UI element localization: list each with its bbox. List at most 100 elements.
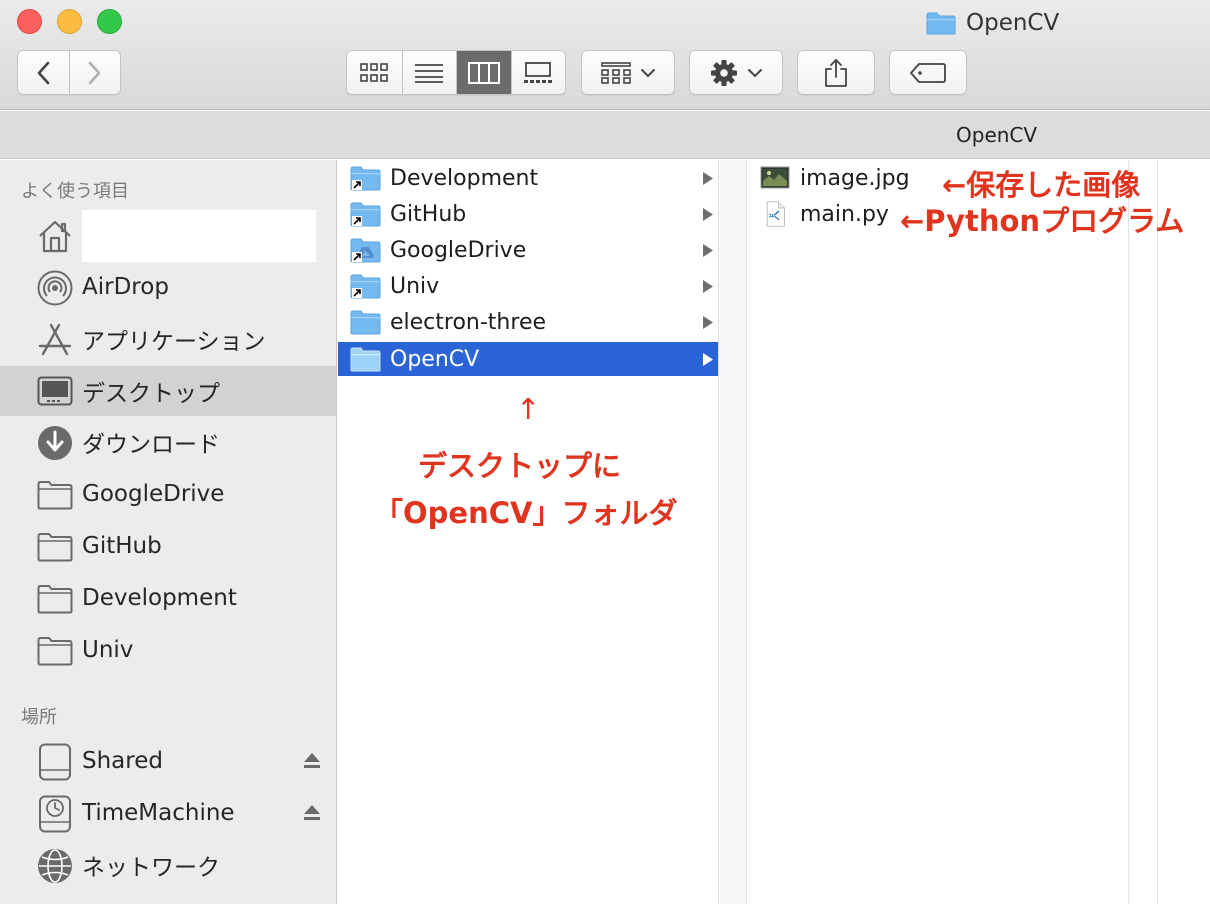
column-desktop: Development GitHub GoogleDrive Univ elec… — [338, 160, 719, 904]
disclosure-arrow-icon — [703, 353, 713, 366]
sidebar-item-airdrop[interactable]: AirDrop — [0, 263, 336, 311]
home-icon — [36, 218, 74, 254]
list-item-label: electron-three — [390, 309, 547, 335]
timemachine-icon — [36, 795, 74, 833]
eject-icon[interactable] — [302, 751, 322, 771]
sidebar-item-timemachine[interactable]: TimeMachine — [0, 789, 336, 837]
icon-view-button[interactable] — [347, 51, 402, 94]
sidebar-item-label: Univ — [82, 637, 134, 663]
disclosure-arrow-icon — [703, 208, 713, 221]
downloads-icon — [36, 425, 74, 461]
list-item-label: Univ — [390, 273, 440, 299]
sidebar-item-label: デスクトップ — [82, 381, 220, 407]
sidebar-item-label: GoogleDrive — [82, 481, 225, 507]
path-bar-label: OpenCV — [956, 123, 1038, 147]
file-item-label: image.jpg — [800, 165, 910, 191]
folder-alias-icon — [350, 166, 381, 191]
desktop-icon — [36, 373, 74, 409]
disclosure-arrow-icon — [703, 244, 713, 257]
sidebar-item-univ[interactable]: Univ — [0, 626, 336, 674]
view-mode-group — [346, 50, 566, 95]
list-item-development[interactable]: Development — [338, 161, 718, 195]
sidebar-item-googledrive[interactable]: GoogleDrive — [0, 470, 336, 518]
close-button[interactable] — [17, 9, 42, 34]
window-title-text: OpenCV — [966, 10, 1060, 36]
sidebar-item-label: アプリケーション — [82, 329, 266, 355]
toolbar: OpenCV — [0, 0, 1210, 110]
sidebar-item-applications[interactable]: アプリケーション — [0, 315, 336, 363]
folder-icon — [350, 347, 381, 372]
minimize-button[interactable] — [57, 9, 82, 34]
tags-button[interactable] — [889, 50, 967, 95]
list-item-opencv[interactable]: OpenCV — [338, 342, 718, 376]
gallery-icon — [524, 61, 553, 83]
column-view-button[interactable] — [456, 51, 511, 94]
sidebar-item-label: Shared — [82, 748, 163, 774]
column-resize-gutter[interactable] — [720, 160, 747, 904]
list-item-univ[interactable]: Univ — [338, 269, 718, 303]
column-divider — [1128, 160, 1129, 904]
zoom-button[interactable] — [97, 9, 122, 34]
sidebar-item-label: ダウンロード — [82, 432, 220, 458]
airdrop-icon — [36, 270, 74, 306]
eject-icon[interactable] — [302, 803, 322, 823]
folder-icon — [36, 529, 74, 565]
sidebar-item-shared[interactable]: Shared — [0, 737, 336, 785]
share-button[interactable] — [797, 50, 875, 95]
sidebar-favorites-header: よく使う項目 — [21, 181, 129, 202]
sidebar-item-downloads[interactable]: ダウンロード — [0, 418, 336, 466]
sidebar: よく使う項目 AirDrop アプリケーション デスクトップ ダウンロード Go… — [0, 160, 337, 904]
arrange-icon — [601, 61, 631, 84]
list-item-label: GoogleDrive — [390, 237, 527, 263]
sidebar-item-network[interactable]: ネットワーク — [0, 841, 336, 889]
sidebar-item-label: GitHub — [82, 533, 162, 559]
path-bar: OpenCV — [0, 111, 1210, 159]
disclosure-arrow-icon — [703, 280, 713, 293]
applications-icon — [36, 322, 74, 358]
folder-icon — [926, 12, 956, 34]
back-button[interactable] — [18, 51, 69, 94]
chevron-left-icon — [38, 61, 50, 84]
sidebar-item-development[interactable]: Development — [0, 574, 336, 622]
sidebar-item-desktop[interactable]: デスクトップ — [0, 366, 336, 416]
network-icon — [36, 848, 74, 884]
arrange-menu-button[interactable] — [581, 50, 675, 95]
column-divider — [1157, 160, 1158, 904]
list-item-github[interactable]: GitHub — [338, 197, 718, 231]
gear-icon — [711, 59, 737, 86]
sidebar-item-label: ネットワーク — [82, 855, 220, 881]
sidebar-item-label: TimeMachine — [82, 800, 235, 826]
sidebar-locations-header: 場所 — [21, 707, 57, 728]
list-item-label: OpenCV — [390, 346, 480, 372]
columns-icon — [467, 61, 500, 84]
list-item-electron-three[interactable]: electron-three — [338, 305, 718, 339]
folder-icon — [36, 477, 74, 513]
action-menu-button[interactable] — [689, 50, 783, 95]
folder-icon — [36, 633, 74, 669]
tag-icon — [910, 62, 946, 83]
list-item-label: GitHub — [390, 201, 467, 227]
folder-icon — [36, 581, 74, 617]
share-icon — [825, 58, 847, 87]
window-title: OpenCV — [926, 6, 1059, 40]
icon-grid-icon — [360, 62, 389, 82]
sidebar-item-github[interactable]: GitHub — [0, 522, 336, 570]
annotation-up-arrow: ↑ — [516, 392, 541, 426]
disclosure-arrow-icon — [703, 316, 713, 329]
list-view-button[interactable] — [401, 51, 457, 94]
sidebar-item-label: AirDrop — [82, 274, 169, 300]
redacted-user-name — [82, 210, 316, 262]
forward-button[interactable] — [68, 51, 120, 94]
annotation-desktop-note-line2: 「OpenCV」フォルダ — [374, 496, 678, 530]
annotation-python-note: ←Pythonプログラム — [900, 204, 1185, 238]
chevron-right-icon — [88, 61, 101, 84]
column-opencv: image.jpg main.py — [720, 160, 1210, 904]
file-item-label: main.py — [800, 201, 889, 227]
list-icon — [415, 63, 444, 83]
gallery-view-button[interactable] — [510, 51, 566, 94]
chevron-down-icon — [641, 68, 655, 77]
python-file-icon — [766, 201, 785, 227]
chevron-down-icon — [748, 68, 762, 77]
disclosure-arrow-icon — [703, 172, 713, 185]
list-item-googledrive[interactable]: GoogleDrive — [338, 233, 718, 267]
